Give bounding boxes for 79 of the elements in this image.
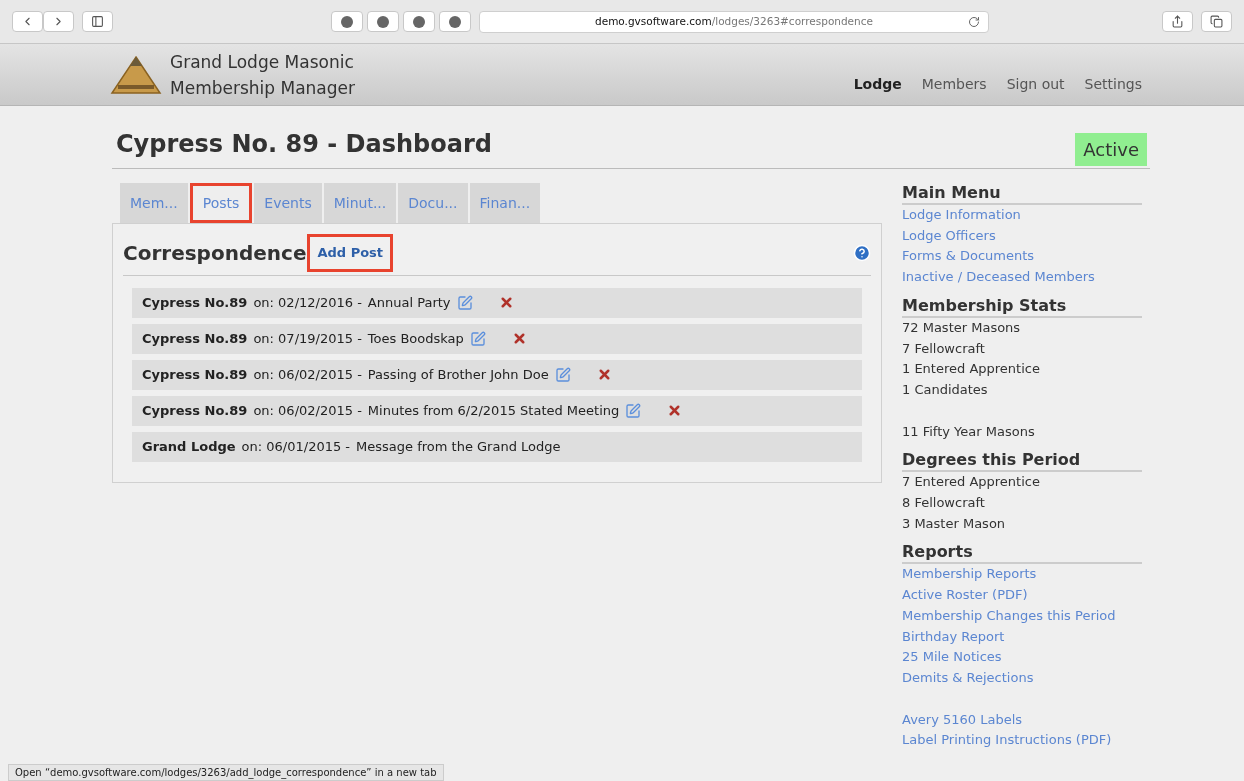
stat-text: 1 Candidates [902,380,989,399]
page-title: Cypress No. 89 - Dashboard [116,129,492,160]
extension-button[interactable] [403,11,435,32]
tab[interactable]: Finan... [469,183,541,223]
stat-text: 7 Entered Apprentice [902,473,1041,492]
tabs-button[interactable] [1201,11,1232,32]
sidebar-heading: Main Menu [902,183,1142,205]
extension-button[interactable] [367,11,399,32]
post-author: Cypress No.89 [142,365,248,384]
post-title[interactable]: Annual Party [367,292,451,313]
sidebar-button[interactable] [82,11,113,32]
tab[interactable]: Minut... [323,183,397,223]
stat-text: 3 Master Mason [902,514,1007,533]
sidebar-link[interactable]: Inactive / Deceased Members [902,267,1142,288]
post-title[interactable]: Toes Boodskap [367,328,464,349]
post-title[interactable]: Passing of Brother John Doe [367,364,549,385]
post-date: on: 07/19/2015 - [253,329,362,348]
tab[interactable]: Posts [189,183,253,223]
sidebar-link[interactable]: Forms & Documents [902,246,1142,268]
share-button[interactable] [1162,11,1193,32]
post-date: on: 06/02/2015 - [253,401,362,420]
tab[interactable]: Events [254,183,322,223]
post-author: Cypress No.89 [142,293,248,312]
stat-text: 7 Fellowcraft [902,339,986,358]
sidebar-link[interactable]: Lodge Information [902,205,1142,226]
address-bar[interactable]: demo.gvsoftware.com/lodges/3263#correspondence [479,10,989,33]
back-button[interactable] [12,11,43,32]
post-author: Cypress No.89 [142,401,248,420]
sidebar-link[interactable]: Membership Reports [902,564,1142,586]
tabs-icon [1210,15,1223,28]
sidebar-link[interactable]: Label Printing Instructions (PDF) [902,730,1142,752]
sidebar-link[interactable]: Membership Changes this Period [902,605,1142,627]
sidebar-heading: Reports [902,542,1142,565]
sidebar-link[interactable]: Active Roster (PDF) [902,585,1142,606]
post-author: Grand Lodge [142,437,236,456]
nav-link[interactable]: Settings [1084,74,1142,95]
forward-button[interactable] [43,11,74,32]
post-date: on: 06/02/2015 - [253,365,362,384]
sidebar-heading: Degrees this Period [902,450,1142,473]
edit-icon[interactable] [554,366,571,383]
post-author: Cypress No.89 [142,329,248,348]
sidebar-link[interactable]: Birthday Report [902,626,1142,648]
sidebar-link[interactable]: Lodge Officers [902,225,1142,247]
sidebar-heading: Membership Stats [902,295,1142,318]
tab[interactable]: Docu... [398,183,468,223]
post-date: on: 06/01/2015 - [241,437,351,456]
sidebar-icon [91,15,104,28]
post-title[interactable]: Minutes from 6/2/2015 Stated Meeting [367,400,620,421]
stat-text: 11 Fifty Year Masons [902,422,1036,441]
url-text: demo.gvsoftware.com/lodges/3263#correspondence [595,13,873,29]
status-bar: Open “demo.gvsoftware.com/lodges/3263/add_lodge_correspondence” in a new tab [8,764,444,781]
sidebar-link[interactable]: Avery 5160 Labels [902,709,1142,731]
edit-icon[interactable] [469,330,486,347]
reload-icon[interactable] [968,15,980,28]
edit-icon[interactable] [456,294,473,311]
sidebar-link[interactable]: Demits & Rejections [902,667,1142,689]
app-title: Grand Lodge Masonic [170,50,355,74]
extension-button[interactable] [331,11,363,32]
stat-text: 8 Fellowcraft [902,494,986,513]
stat-text: 1 Entered Apprentice [902,360,1041,379]
nav-link[interactable]: Members [921,74,987,95]
edit-icon[interactable] [625,402,642,419]
post-date: on: 02/12/2016 - [253,293,362,312]
circle-icon [376,14,390,29]
delete-icon[interactable] [498,295,514,310]
extension-button[interactable] [439,11,471,32]
tab[interactable]: Mem... [120,183,188,223]
app-title: Membership Manager [170,76,355,100]
stat-text: 72 Master Masons [902,318,1022,337]
pyramid-logo-icon [110,54,162,95]
status-badge: Active [1075,133,1147,166]
panel-title: Correspondence [123,239,307,267]
add-post-link[interactable]: Add Post [307,234,394,272]
share-icon [1171,15,1184,28]
nav-link[interactable]: Lodge [853,74,902,95]
nav-link[interactable]: Sign out [1006,74,1065,95]
sidebar-link[interactable]: 25 Mile Notices [902,647,1142,668]
help-icon[interactable] [853,243,871,262]
post-title[interactable]: Message from the Grand Lodge [356,436,561,457]
